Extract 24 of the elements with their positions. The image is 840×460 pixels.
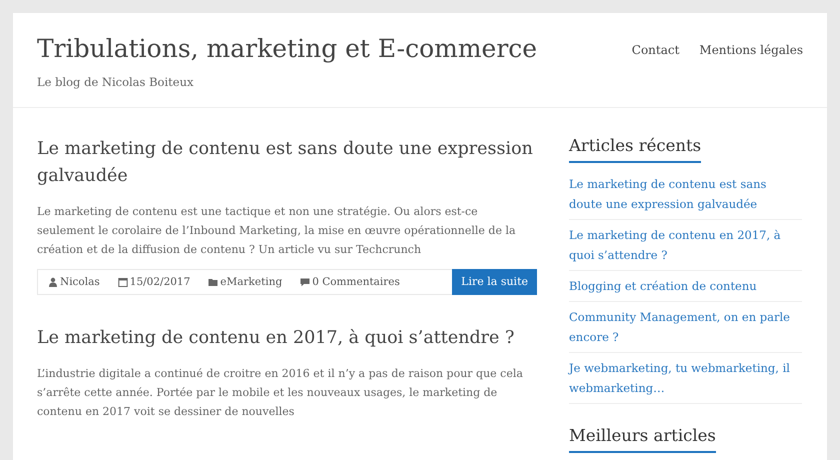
meta-text: 15/02/2017 [130, 276, 190, 288]
meta-text[interactable]: 0 Commentaires [312, 276, 400, 288]
comment-icon [300, 277, 310, 287]
post-excerpt: Le marketing de contenu est une tactique et non une stratégie. Ou alors est-ce seulement le corolaire de l’Inbound Marketing, la mise en œuvre opérationnelle de la création et de la diffusion de contenu ? Un article vu sur Techcrunch [37, 204, 517, 258]
nav-link[interactable]: Contact [632, 43, 680, 57]
site-tagline: Le blog de Nicolas Boiteux [37, 75, 194, 89]
recent-post-link[interactable]: Le marketing de contenu est sans doute une expression galvaudée [569, 174, 802, 214]
nav-link[interactable]: Mentions légales [699, 43, 803, 57]
user-icon [48, 277, 58, 287]
folder-icon [208, 277, 218, 287]
meta-text[interactable]: eMarketing [220, 276, 282, 288]
widget-title: Meilleurs articles [569, 426, 716, 453]
meta-text[interactable]: Nicolas [60, 276, 100, 288]
read-more-button[interactable]: Lire la suite [452, 268, 537, 294]
post-title[interactable]: Le marketing de contenu est sans doute une expression galvaudée [37, 136, 537, 190]
recent-post-link[interactable]: Le marketing de contenu en 2017, à quoi s’attendre ? [569, 225, 802, 265]
site-title[interactable]: Tribulations, marketing et E-commerce [37, 31, 538, 67]
post-title[interactable]: Le marketing de contenu en 2017, à quoi s’attendre ? [37, 325, 537, 352]
post-excerpt: L’industrie digitale a continué de croitre en 2016 et il n’y a pas de raison pour que cela s’arrête cette année. Portée par le mobile et les nouveaux usages, le marketing de contenu en 2017 voit se dessiner de nouvelles [37, 366, 524, 420]
widget-title: Articles récents [569, 136, 702, 163]
recent-post-link[interactable]: Community Management, on en parle encore ? [569, 307, 802, 347]
recent-post-link[interactable]: Blogging et création de contenu [569, 276, 802, 296]
recent-post-link[interactable]: Je webmarketing, tu webmarketing, il webmarketing… [569, 358, 802, 398]
calendar-icon [118, 277, 128, 287]
